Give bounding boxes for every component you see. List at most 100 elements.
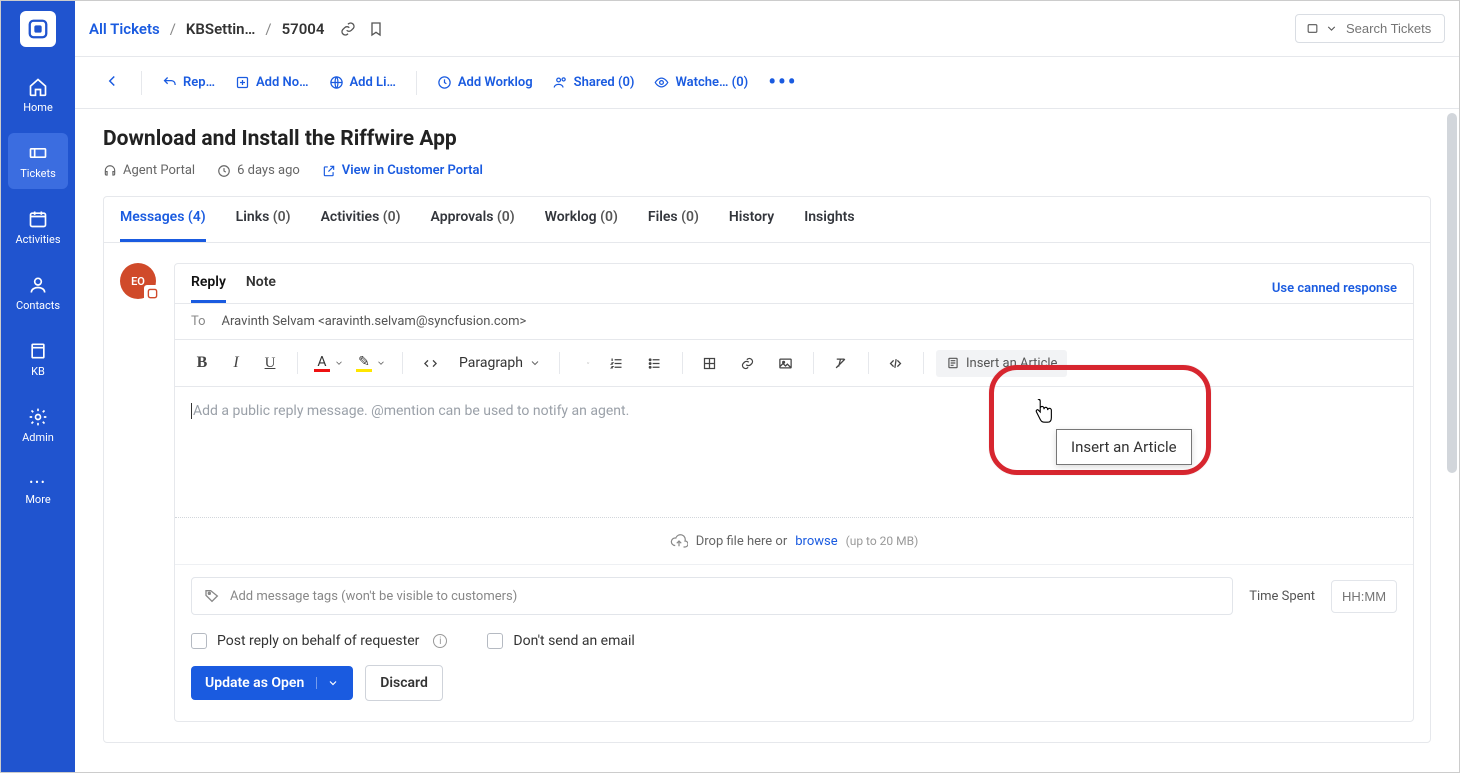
link-icon[interactable] xyxy=(340,21,356,37)
tags-placeholder: Add message tags (won't be visible to cu… xyxy=(230,589,517,604)
chevron-down-icon xyxy=(327,677,339,689)
bookmark-icon[interactable] xyxy=(368,21,384,37)
underline-button[interactable]: U xyxy=(255,348,285,378)
add-note-button[interactable]: Add No… xyxy=(235,75,309,90)
main: All Tickets / KBSettin… / 57004 Rep… Add… xyxy=(75,1,1459,772)
italic-button[interactable]: I xyxy=(221,348,251,378)
to-value[interactable]: Aravinth Selvam <aravinth.selvam@syncfus… xyxy=(222,314,527,329)
update-button-dropdown[interactable] xyxy=(316,677,339,689)
sidebar-item-activities[interactable]: Activities xyxy=(8,199,68,255)
eye-icon xyxy=(654,75,669,90)
note-icon xyxy=(235,75,250,90)
font-color-button[interactable]: A xyxy=(310,355,348,372)
insert-link-button[interactable] xyxy=(733,348,763,378)
bold-button[interactable]: B xyxy=(187,348,217,378)
filter-icon xyxy=(1306,22,1319,35)
ordered-list-button[interactable] xyxy=(602,348,632,378)
scrollbar-thumb[interactable] xyxy=(1447,113,1457,473)
update-button[interactable]: Update as Open xyxy=(191,666,353,700)
align-icon xyxy=(576,360,582,366)
sidebar-item-kb[interactable]: KB xyxy=(8,331,68,387)
checkbox-row: Post reply on behalf of requester i Don'… xyxy=(175,627,1413,665)
watchers-button[interactable]: Watche… (0) xyxy=(654,75,748,90)
shared-button[interactable]: Shared (0) xyxy=(553,75,635,90)
external-link-icon xyxy=(322,164,336,178)
button-row: Update as Open Discard xyxy=(175,665,1413,721)
post-behalf-checkbox[interactable]: Post reply on behalf of requester i xyxy=(191,633,447,649)
to-label: To xyxy=(191,314,206,329)
text-caret xyxy=(191,403,192,419)
sidebar-item-home[interactable]: Home xyxy=(8,67,68,123)
align-button[interactable] xyxy=(572,358,594,368)
reply-textarea[interactable]: Add a public reply message. @mention can… xyxy=(175,387,1413,517)
tab-files[interactable]: Files (0) xyxy=(648,209,699,242)
code-button[interactable] xyxy=(415,348,445,378)
tab-history[interactable]: History xyxy=(729,209,774,242)
view-customer-portal-link[interactable]: View in Customer Portal xyxy=(322,163,483,178)
sidebar-item-label: Home xyxy=(23,101,53,114)
tag-icon xyxy=(204,588,220,604)
clear-format-icon xyxy=(833,356,848,371)
more-actions-button[interactable]: ••• xyxy=(768,80,797,86)
content: Download and Install the Riffwire App Ag… xyxy=(75,109,1459,772)
breadcrumb-sep: / xyxy=(170,20,176,38)
tab-worklog[interactable]: Worklog (0) xyxy=(545,209,618,242)
compose-tab-note[interactable]: Note xyxy=(246,274,276,303)
info-icon[interactable]: i xyxy=(433,634,447,648)
back-button[interactable] xyxy=(103,72,121,94)
clock-plus-icon xyxy=(437,75,452,90)
ticket-meta: Agent Portal 6 days ago View in Customer… xyxy=(103,163,1431,178)
search-box[interactable] xyxy=(1295,14,1445,43)
sidebar-item-tickets[interactable]: Tickets xyxy=(8,133,68,189)
agent-portal-label: Agent Portal xyxy=(103,163,195,178)
sidebar-item-contacts[interactable]: Contacts xyxy=(8,265,68,321)
tab-insights[interactable]: Insights xyxy=(804,209,854,242)
tab-messages[interactable]: Messages (4) xyxy=(120,209,206,242)
cloud-upload-icon xyxy=(670,532,688,550)
source-button[interactable] xyxy=(881,348,911,378)
sidebar-item-more[interactable]: ••• More xyxy=(8,463,68,519)
add-link-button[interactable]: Add Li… xyxy=(329,75,396,90)
users-icon xyxy=(553,75,568,90)
action-bar: Rep… Add No… Add Li… Add Worklog Shared … xyxy=(75,57,1459,109)
ticket-panel: Messages (4) Links (0) Activities (0) Ap… xyxy=(103,196,1431,743)
book-icon xyxy=(28,341,48,361)
gear-icon xyxy=(28,407,48,427)
dont-send-checkbox[interactable]: Don't send an email xyxy=(487,633,634,649)
paragraph-dropdown[interactable]: Paragraph xyxy=(453,355,547,371)
time-spent-label: Time Spent xyxy=(1249,589,1315,604)
headset-icon xyxy=(103,164,117,178)
breadcrumb-root[interactable]: All Tickets xyxy=(89,20,160,38)
insert-article-button[interactable]: Insert an Article xyxy=(936,350,1067,377)
add-worklog-button[interactable]: Add Worklog xyxy=(437,75,533,90)
tags-input[interactable]: Add message tags (won't be visible to cu… xyxy=(191,577,1233,615)
clear-format-button[interactable] xyxy=(826,348,856,378)
chevron-down-icon xyxy=(586,358,590,368)
sidebar-item-admin[interactable]: Admin xyxy=(8,397,68,453)
link-icon xyxy=(740,356,755,371)
more-dots-icon: ••• xyxy=(29,476,46,489)
reply-icon xyxy=(162,75,177,90)
time-spent-input[interactable] xyxy=(1331,580,1397,613)
globe-icon xyxy=(329,75,344,90)
insert-article-tooltip: Insert an Article xyxy=(1056,429,1192,465)
bullet-list-button[interactable] xyxy=(640,348,670,378)
sidebar-item-label: Admin xyxy=(22,431,54,444)
tab-activities[interactable]: Activities (0) xyxy=(321,209,401,242)
highlight-color-button[interactable]: ✎ xyxy=(352,355,390,372)
search-input[interactable] xyxy=(1346,21,1436,36)
reply-placeholder: Add a public reply message. @mention can… xyxy=(193,403,629,419)
drop-zone[interactable]: Drop file here or browse (up to 20 MB) xyxy=(175,517,1413,564)
tab-links[interactable]: Links (0) xyxy=(236,209,291,242)
tab-approvals[interactable]: Approvals (0) xyxy=(431,209,515,242)
insert-image-button[interactable] xyxy=(771,348,801,378)
discard-button[interactable]: Discard xyxy=(365,665,443,701)
browse-link[interactable]: browse xyxy=(795,534,837,549)
compose-tab-reply[interactable]: Reply xyxy=(191,274,226,303)
breadcrumb-mid[interactable]: KBSettin… xyxy=(186,20,255,38)
bullet-list-icon xyxy=(647,356,662,371)
canned-response-link[interactable]: Use canned response xyxy=(1272,281,1397,296)
reply-button[interactable]: Rep… xyxy=(162,75,215,90)
table-button[interactable] xyxy=(695,348,725,378)
app-logo[interactable] xyxy=(20,11,56,47)
